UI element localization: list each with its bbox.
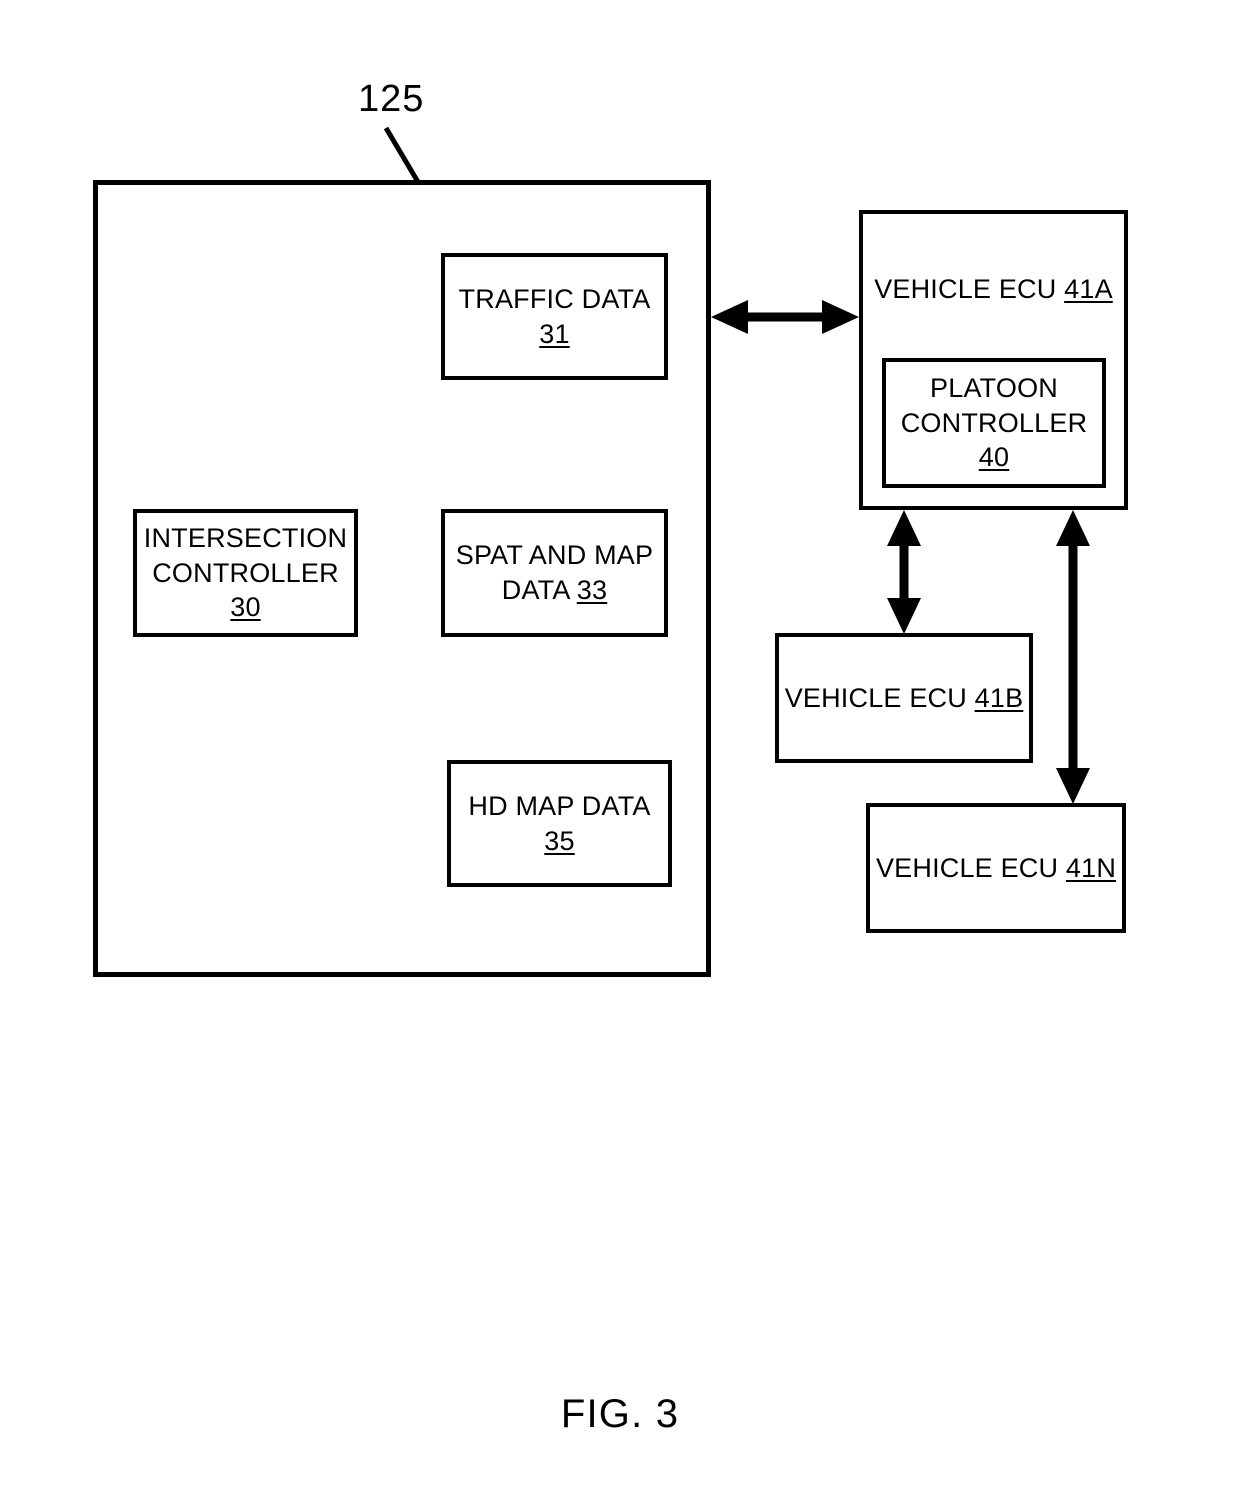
block-intersection-controller: INTERSECTION CONTROLLER 30 (133, 509, 358, 637)
block-traffic-data: TRAFFIC DATA 31 (441, 253, 668, 380)
connector-ecu41a-to-ecu41b-arrow (887, 510, 921, 634)
block-spat-and-map-data: SPAT AND MAP DATA 33 (441, 509, 668, 637)
connector-system-to-ecu41a-arrow (711, 300, 859, 334)
block-platoon-controller: PLATOON CONTROLLER 40 (882, 358, 1106, 488)
leader-line-125 (383, 126, 421, 184)
block-platoon-controller-label: PLATOON CONTROLLER 40 (900, 373, 1088, 473)
block-intersection-controller-label: INTERSECTION CONTROLLER 30 (143, 523, 348, 623)
block-traffic-data-label: TRAFFIC DATA 31 (458, 283, 651, 349)
figure-3-block-diagram: 125 TRAFFIC DATA 31 INTERSECTION CONTROLLE… (0, 0, 1240, 1509)
block-vehicle-ecu-41n: VEHICLE ECU 41N (866, 803, 1126, 933)
block-vehicle-ecu-41b: VEHICLE ECU 41B (775, 633, 1033, 763)
reference-numeral-125: 125 (358, 78, 425, 120)
figure-caption: FIG. 3 (560, 1392, 680, 1436)
block-hd-map-data: HD MAP DATA 35 (447, 760, 672, 887)
block-vehicle-ecu-41n-label: VEHICLE ECU 41N (875, 852, 1117, 883)
connector-ecu41a-to-ecu41n-arrow (1056, 510, 1090, 804)
block-spat-and-map-data-label: SPAT AND MAP DATA 33 (455, 540, 654, 605)
block-vehicle-ecu-41a-label: VEHICLE ECU 41A (874, 274, 1113, 304)
block-hd-map-data-label: HD MAP DATA 35 (468, 790, 651, 856)
block-vehicle-ecu-41b-label: VEHICLE ECU 41B (784, 682, 1024, 713)
